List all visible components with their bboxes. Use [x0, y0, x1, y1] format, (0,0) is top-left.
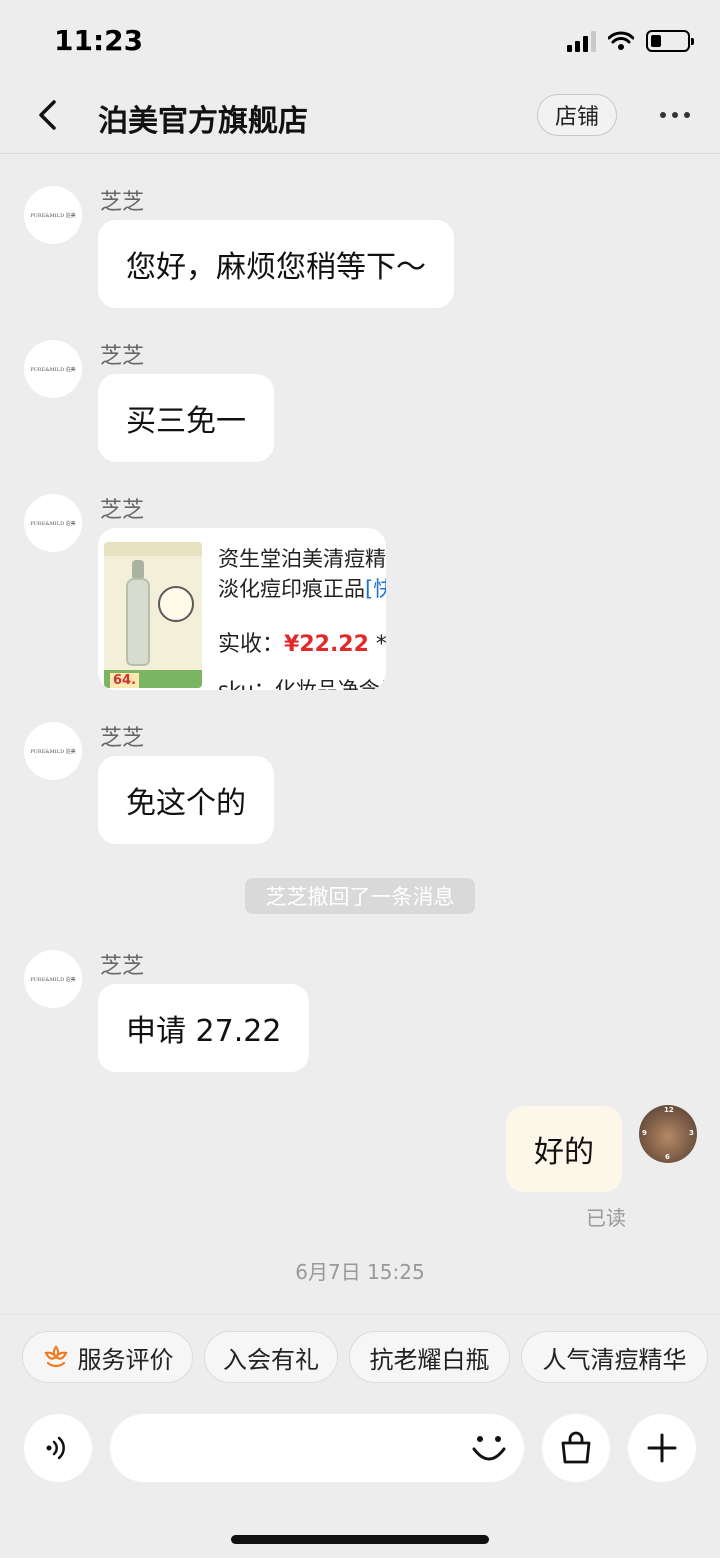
product-title: 资生堂泊美清痘精华 淡化痘印痕正品[快 [218, 544, 386, 604]
voice-button[interactable] [24, 1414, 92, 1482]
signal-icon [567, 30, 596, 52]
cart-button[interactable] [542, 1414, 610, 1482]
avatar[interactable]: PURE&MILD 泊美 [24, 494, 82, 552]
chip-service-review[interactable]: 服务评价 [22, 1331, 193, 1383]
timestamp: 6月7日 15:25 [295, 1260, 425, 1284]
sender-name: 芝芝 [100, 190, 145, 215]
product-price: ¥22.22 [284, 632, 369, 657]
emoji-icon[interactable] [466, 1426, 512, 1472]
status-bar: 11:23 [0, 0, 720, 88]
page-title: 泊美官方旗舰店 [98, 104, 308, 139]
avatar[interactable]: PURE&MILD 泊美 [24, 722, 82, 780]
product-price-row: 实收：¥22.22 * 2 [218, 626, 386, 658]
product-sku: sku：化妆品净含量 [218, 678, 386, 690]
price-label: 实收： [218, 632, 285, 657]
avatar-clock-3: 3 [689, 1129, 694, 1137]
message-bubble[interactable]: 买三免一 [98, 374, 274, 462]
battery-icon [646, 30, 694, 52]
system-notice: 芝芝撤回了一条消息 [245, 878, 475, 914]
more-actions-button[interactable] [628, 1414, 696, 1482]
flower-icon [43, 1345, 68, 1368]
status-time: 11:23 [54, 24, 144, 57]
message-bubble[interactable]: 申请 27.22 [98, 984, 310, 1072]
wifi-icon [608, 31, 634, 50]
my-message-bubble[interactable]: 好的 [506, 1106, 622, 1192]
product-title-line1: 资生堂泊美清痘精华 [218, 547, 386, 571]
bag-icon [561, 1431, 591, 1464]
chip-anti-aging[interactable]: 抗老耀白瓶 [349, 1331, 510, 1383]
avatar-clock-6: 6 [665, 1153, 670, 1161]
product-title-line2: 淡化痘印痕正品 [218, 577, 365, 601]
back-arrow-icon[interactable] [30, 98, 64, 132]
avatar[interactable]: PURE&MILD 泊美 [24, 340, 82, 398]
message-input[interactable] [110, 1414, 524, 1482]
chip-acne-serum[interactable]: 人气清痘精华 [521, 1331, 708, 1383]
product-image: 64. [104, 542, 202, 688]
product-image-price: 64. [110, 673, 140, 688]
product-link[interactable]: [快 [365, 577, 386, 601]
chip-membership[interactable]: 入会有礼 [204, 1331, 338, 1383]
message-bubble[interactable]: 免这个的 [98, 756, 274, 844]
product-qty: * 2 [375, 632, 386, 657]
sender-name: 芝芝 [100, 344, 145, 369]
status-icons [567, 30, 694, 52]
more-icon[interactable] [652, 98, 698, 132]
avatar-clock-9: 9 [642, 1129, 647, 1137]
chip-label: 服务评价 [77, 1345, 174, 1374]
my-avatar[interactable]: 12 3 6 9 [639, 1105, 697, 1163]
quick-reply-bar: 服务评价 入会有礼 抗老耀白瓶 人气清痘精华 [0, 1314, 720, 1402]
sender-name: 芝芝 [100, 498, 145, 523]
product-card[interactable]: 64. 资生堂泊美清痘精华 淡化痘印痕正品[快 实收：¥22.22 * 2 sk… [98, 528, 386, 690]
voice-icon [46, 1436, 65, 1460]
nav-bar: 泊美官方旗舰店 店铺 [0, 88, 720, 154]
shop-button[interactable]: 店铺 [537, 94, 617, 136]
avatar[interactable]: PURE&MILD 泊美 [24, 186, 82, 244]
sender-name: 芝芝 [100, 726, 145, 751]
home-indicator[interactable] [231, 1535, 489, 1544]
sender-name: 芝芝 [100, 954, 145, 979]
read-status: 已读 [586, 1206, 626, 1230]
message-bubble[interactable]: 您好，麻烦您稍等下～ [98, 220, 454, 308]
avatar-clock-12: 12 [664, 1106, 674, 1114]
avatar[interactable]: PURE&MILD 泊美 [24, 950, 82, 1008]
plus-icon [647, 1433, 677, 1463]
